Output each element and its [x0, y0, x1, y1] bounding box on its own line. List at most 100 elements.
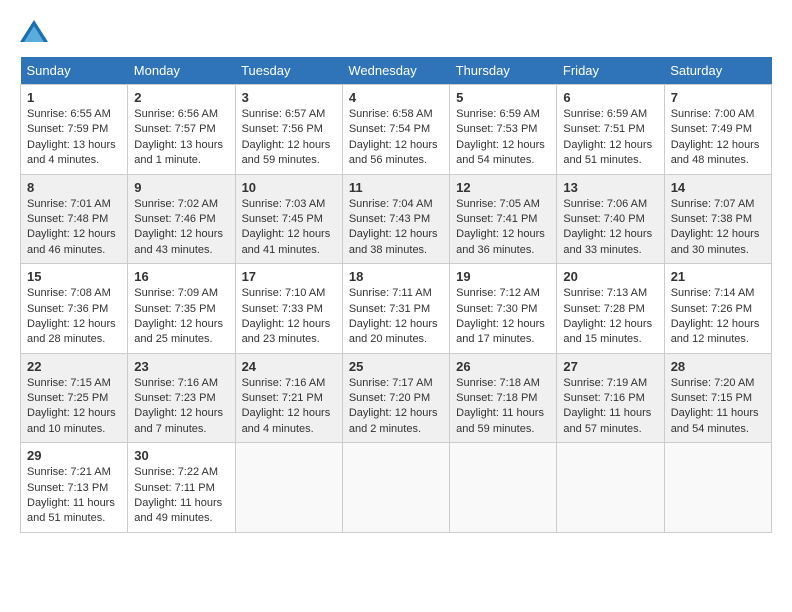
sunrise-label: Sunrise: 7:12 AM	[456, 287, 540, 299]
sunset-label: Sunset: 7:11 PM	[134, 482, 215, 494]
sunset-label: Sunset: 7:43 PM	[349, 213, 430, 225]
daylight-label: Daylight: 11 hours and 57 minutes.	[563, 407, 651, 434]
sunset-label: Sunset: 7:25 PM	[27, 392, 108, 404]
daylight-label: Daylight: 12 hours and 48 minutes.	[671, 139, 760, 166]
day-info: Sunrise: 6:55 AM Sunset: 7:59 PM Dayligh…	[27, 107, 121, 169]
daylight-label: Daylight: 12 hours and 46 minutes.	[27, 228, 116, 255]
calendar-cell: 25 Sunrise: 7:17 AM Sunset: 7:20 PM Dayl…	[342, 353, 449, 443]
daylight-label: Daylight: 11 hours and 49 minutes.	[134, 497, 222, 524]
sunset-label: Sunset: 7:31 PM	[349, 303, 430, 315]
day-number: 23	[134, 359, 228, 374]
calendar-cell: 6 Sunrise: 6:59 AM Sunset: 7:51 PM Dayli…	[557, 85, 664, 175]
day-info: Sunrise: 6:58 AM Sunset: 7:54 PM Dayligh…	[349, 107, 443, 169]
sunrise-label: Sunrise: 7:22 AM	[134, 466, 218, 478]
day-number: 7	[671, 90, 765, 105]
daylight-label: Daylight: 12 hours and 17 minutes.	[456, 318, 545, 345]
day-number: 22	[27, 359, 121, 374]
header	[20, 20, 772, 42]
sunset-label: Sunset: 7:49 PM	[671, 123, 752, 135]
day-number: 11	[349, 180, 443, 195]
sunset-label: Sunset: 7:21 PM	[242, 392, 323, 404]
daylight-label: Daylight: 13 hours and 4 minutes.	[27, 139, 116, 166]
day-info: Sunrise: 7:02 AM Sunset: 7:46 PM Dayligh…	[134, 197, 228, 259]
sunrise-label: Sunrise: 7:15 AM	[27, 377, 111, 389]
day-info: Sunrise: 7:08 AM Sunset: 7:36 PM Dayligh…	[27, 286, 121, 348]
day-info: Sunrise: 7:03 AM Sunset: 7:45 PM Dayligh…	[242, 197, 336, 259]
calendar-cell: 7 Sunrise: 7:00 AM Sunset: 7:49 PM Dayli…	[664, 85, 771, 175]
day-number: 19	[456, 269, 550, 284]
day-number: 9	[134, 180, 228, 195]
sunrise-label: Sunrise: 6:59 AM	[563, 108, 647, 120]
sunrise-label: Sunrise: 7:19 AM	[563, 377, 647, 389]
day-number: 24	[242, 359, 336, 374]
calendar-cell: 5 Sunrise: 6:59 AM Sunset: 7:53 PM Dayli…	[450, 85, 557, 175]
daylight-label: Daylight: 12 hours and 7 minutes.	[134, 407, 223, 434]
sunset-label: Sunset: 7:23 PM	[134, 392, 215, 404]
sunset-label: Sunset: 7:51 PM	[563, 123, 644, 135]
daylight-label: Daylight: 12 hours and 20 minutes.	[349, 318, 438, 345]
calendar-cell: 13 Sunrise: 7:06 AM Sunset: 7:40 PM Dayl…	[557, 174, 664, 264]
calendar-cell	[557, 443, 664, 533]
daylight-label: Daylight: 12 hours and 43 minutes.	[134, 228, 223, 255]
sunset-label: Sunset: 7:28 PM	[563, 303, 644, 315]
daylight-label: Daylight: 12 hours and 54 minutes.	[456, 139, 545, 166]
day-number: 17	[242, 269, 336, 284]
day-number: 27	[563, 359, 657, 374]
calendar-cell: 28 Sunrise: 7:20 AM Sunset: 7:15 PM Dayl…	[664, 353, 771, 443]
calendar-week-row: 1 Sunrise: 6:55 AM Sunset: 7:59 PM Dayli…	[21, 85, 772, 175]
daylight-label: Daylight: 11 hours and 54 minutes.	[671, 407, 759, 434]
day-number: 25	[349, 359, 443, 374]
calendar-cell: 2 Sunrise: 6:56 AM Sunset: 7:57 PM Dayli…	[128, 85, 235, 175]
day-info: Sunrise: 7:15 AM Sunset: 7:25 PM Dayligh…	[27, 376, 121, 438]
sunrise-label: Sunrise: 7:16 AM	[134, 377, 218, 389]
calendar-cell: 8 Sunrise: 7:01 AM Sunset: 7:48 PM Dayli…	[21, 174, 128, 264]
sunset-label: Sunset: 7:33 PM	[242, 303, 323, 315]
day-info: Sunrise: 6:59 AM Sunset: 7:53 PM Dayligh…	[456, 107, 550, 169]
sunrise-label: Sunrise: 7:02 AM	[134, 198, 218, 210]
calendar-header-monday: Monday	[128, 57, 235, 85]
daylight-label: Daylight: 12 hours and 28 minutes.	[27, 318, 116, 345]
daylight-label: Daylight: 12 hours and 2 minutes.	[349, 407, 438, 434]
calendar-week-row: 8 Sunrise: 7:01 AM Sunset: 7:48 PM Dayli…	[21, 174, 772, 264]
day-number: 10	[242, 180, 336, 195]
calendar-cell: 14 Sunrise: 7:07 AM Sunset: 7:38 PM Dayl…	[664, 174, 771, 264]
day-info: Sunrise: 7:22 AM Sunset: 7:11 PM Dayligh…	[134, 465, 228, 527]
day-number: 6	[563, 90, 657, 105]
calendar-week-row: 22 Sunrise: 7:15 AM Sunset: 7:25 PM Dayl…	[21, 353, 772, 443]
sunset-label: Sunset: 7:16 PM	[563, 392, 644, 404]
sunrise-label: Sunrise: 6:59 AM	[456, 108, 540, 120]
day-number: 26	[456, 359, 550, 374]
day-info: Sunrise: 7:16 AM Sunset: 7:23 PM Dayligh…	[134, 376, 228, 438]
day-number: 14	[671, 180, 765, 195]
day-info: Sunrise: 6:59 AM Sunset: 7:51 PM Dayligh…	[563, 107, 657, 169]
logo	[20, 20, 52, 42]
day-info: Sunrise: 7:19 AM Sunset: 7:16 PM Dayligh…	[563, 376, 657, 438]
sunrise-label: Sunrise: 7:06 AM	[563, 198, 647, 210]
calendar-header-sunday: Sunday	[21, 57, 128, 85]
calendar-cell: 16 Sunrise: 7:09 AM Sunset: 7:35 PM Dayl…	[128, 264, 235, 354]
sunrise-label: Sunrise: 6:57 AM	[242, 108, 326, 120]
sunset-label: Sunset: 7:53 PM	[456, 123, 537, 135]
calendar-cell: 17 Sunrise: 7:10 AM Sunset: 7:33 PM Dayl…	[235, 264, 342, 354]
day-info: Sunrise: 7:12 AM Sunset: 7:30 PM Dayligh…	[456, 286, 550, 348]
calendar-header-saturday: Saturday	[664, 57, 771, 85]
sunset-label: Sunset: 7:56 PM	[242, 123, 323, 135]
day-number: 8	[27, 180, 121, 195]
sunrise-label: Sunrise: 6:56 AM	[134, 108, 218, 120]
daylight-label: Daylight: 12 hours and 30 minutes.	[671, 228, 760, 255]
calendar-week-row: 29 Sunrise: 7:21 AM Sunset: 7:13 PM Dayl…	[21, 443, 772, 533]
sunrise-label: Sunrise: 7:04 AM	[349, 198, 433, 210]
calendar-cell: 3 Sunrise: 6:57 AM Sunset: 7:56 PM Dayli…	[235, 85, 342, 175]
sunset-label: Sunset: 7:26 PM	[671, 303, 752, 315]
sunset-label: Sunset: 7:45 PM	[242, 213, 323, 225]
calendar-cell	[664, 443, 771, 533]
day-number: 16	[134, 269, 228, 284]
day-number: 18	[349, 269, 443, 284]
day-info: Sunrise: 7:04 AM Sunset: 7:43 PM Dayligh…	[349, 197, 443, 259]
calendar-header-tuesday: Tuesday	[235, 57, 342, 85]
logo-icon	[20, 20, 48, 42]
calendar-header-row: SundayMondayTuesdayWednesdayThursdayFrid…	[21, 57, 772, 85]
daylight-label: Daylight: 12 hours and 51 minutes.	[563, 139, 652, 166]
day-info: Sunrise: 6:56 AM Sunset: 7:57 PM Dayligh…	[134, 107, 228, 169]
sunrise-label: Sunrise: 7:03 AM	[242, 198, 326, 210]
